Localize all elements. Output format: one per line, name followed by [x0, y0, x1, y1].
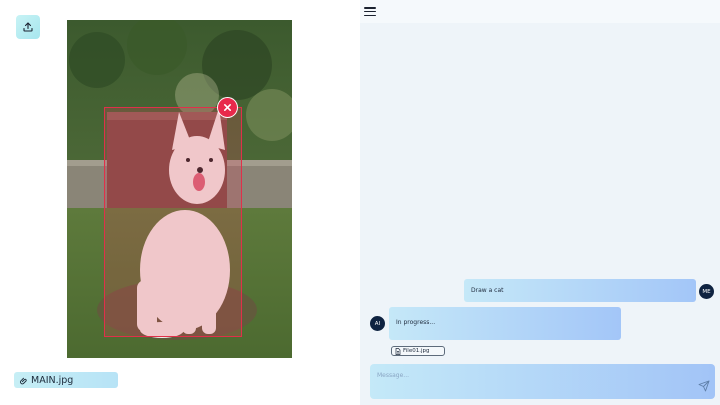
- upload-button[interactable]: [16, 15, 40, 39]
- message-text: In progress...: [396, 319, 436, 326]
- send-button[interactable]: [698, 377, 710, 392]
- close-icon: [223, 103, 232, 112]
- hamburger-menu-icon[interactable]: [364, 6, 376, 17]
- image-editor-pane: MAIN.jpg: [0, 0, 360, 405]
- message-bubble-ai: In progress...: [389, 307, 621, 340]
- avatar-me: ME: [699, 284, 714, 299]
- upload-icon: [23, 22, 33, 32]
- attachment-label: File01.jpg: [403, 348, 430, 354]
- chat-topbar: [360, 0, 720, 23]
- document-icon: [395, 347, 401, 355]
- selection-box[interactable]: [104, 107, 242, 337]
- attachment-chip[interactable]: File01.jpg: [391, 346, 445, 356]
- message-input[interactable]: [377, 369, 677, 381]
- file-chip[interactable]: MAIN.jpg: [14, 372, 118, 388]
- send-icon: [698, 380, 710, 392]
- message-composer: [370, 364, 715, 399]
- paperclip-icon: [20, 377, 27, 384]
- avatar-ai: AI: [370, 316, 385, 331]
- message-bubble-me: Draw a cat: [464, 279, 696, 302]
- remove-selection-button[interactable]: [218, 98, 237, 117]
- file-chip-label: MAIN.jpg: [31, 374, 74, 386]
- message-text: Draw a cat: [471, 287, 504, 294]
- app-root: MAIN.jpg Draw a cat ME AI In progress...…: [0, 0, 720, 405]
- chat-pane: Draw a cat ME AI In progress... File01.j…: [360, 0, 720, 405]
